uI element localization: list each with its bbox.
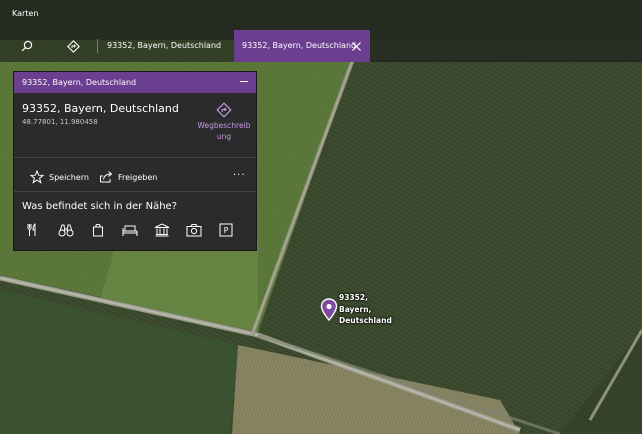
directions-icon — [216, 102, 232, 118]
save-button[interactable]: Speichern — [30, 168, 89, 186]
tab-close-button[interactable] — [344, 30, 368, 62]
museum-icon[interactable] — [152, 221, 172, 239]
panel-divider — [14, 191, 256, 192]
share-label: Freigeben — [118, 172, 158, 182]
map-pin-icon — [320, 298, 338, 322]
directions-icon — [66, 39, 80, 53]
toolbar-divider — [97, 39, 98, 53]
shopping-bag-icon[interactable] — [88, 221, 108, 239]
location-panel: 93352, Bayern, Deutschland 93352, Bayern… — [13, 71, 257, 251]
parking-icon[interactable]: P — [216, 221, 236, 239]
tab-location[interactable]: 93352, Bayern, Deutschland — [234, 30, 370, 62]
minimize-icon[interactable] — [236, 74, 252, 90]
pin-label-line: Deutschland — [339, 316, 392, 325]
search-button[interactable] — [12, 30, 42, 62]
parking-label: P — [224, 226, 229, 235]
panel-divider — [14, 157, 256, 158]
panel-header-title: 93352, Bayern, Deutschland — [22, 78, 137, 87]
directions-button[interactable] — [58, 30, 88, 62]
binoculars-icon[interactable] — [56, 221, 76, 239]
tab-location-label: 93352, Bayern, Deutschland — [242, 41, 357, 50]
nearby-title: Was befindet sich in der Nähe? — [22, 201, 177, 212]
close-icon — [351, 41, 361, 51]
title-bar: Karten — [0, 0, 642, 30]
location-text[interactable]: 93352, Bayern, Deutschland — [107, 41, 221, 50]
pin-label-line: 93352, — [339, 293, 368, 302]
more-options-button[interactable]: ··· — [233, 170, 246, 181]
star-icon — [30, 170, 44, 184]
route-label: Wegbeschreibung — [197, 121, 251, 141]
toolbar: 93352, Bayern, Deutschland 93352, Bayern… — [0, 30, 642, 62]
pin-label-line: Bayern, — [339, 304, 372, 314]
coordinates: 48.77801, 11.980458 — [22, 118, 98, 126]
panel-header: 93352, Bayern, Deutschland — [14, 72, 256, 93]
place-name: 93352, Bayern, Deutschland — [22, 102, 179, 115]
nearby-categories: P — [22, 221, 250, 239]
share-button[interactable]: Freigeben — [99, 168, 157, 186]
route-button[interactable]: Wegbeschreibung — [197, 102, 251, 150]
save-label: Speichern — [49, 172, 89, 182]
camera-icon[interactable] — [184, 221, 204, 239]
pin-label: 93352, Bayern, Deutschland — [339, 292, 392, 327]
restaurant-icon[interactable] — [22, 221, 42, 239]
location-pin[interactable] — [320, 298, 338, 322]
hotel-bed-icon[interactable] — [120, 221, 140, 239]
app-title: Karten — [12, 9, 39, 18]
search-icon — [21, 40, 33, 52]
share-icon — [100, 171, 113, 183]
